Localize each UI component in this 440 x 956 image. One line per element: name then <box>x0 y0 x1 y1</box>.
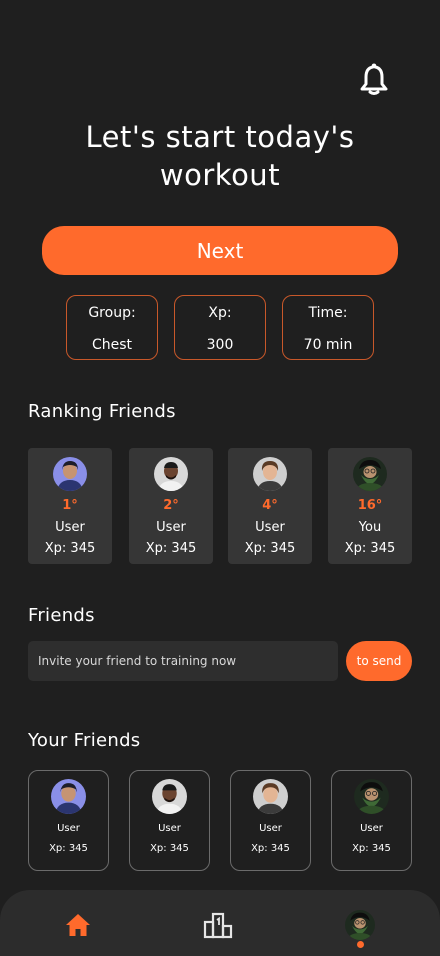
avatar <box>154 457 188 491</box>
ranking-position: 16° <box>357 498 383 513</box>
send-button[interactable]: to send <box>346 641 412 681</box>
friend-name: User <box>360 823 383 834</box>
ranking-name: User <box>156 520 186 535</box>
ranking-name: User <box>255 520 285 535</box>
avatar <box>253 779 288 814</box>
friend-card[interactable]: User Xp: 345 <box>28 770 109 871</box>
ranking-icon <box>203 912 233 939</box>
ranking-xp: Xp: 345 <box>145 541 197 556</box>
friend-xp: Xp: 345 <box>352 843 391 854</box>
avatar <box>51 779 86 814</box>
avatar <box>353 457 387 491</box>
ranking-card[interactable]: 1° User Xp: 345 <box>28 448 112 564</box>
ranking-position: 1° <box>62 498 78 513</box>
send-button-label: to send <box>356 654 402 668</box>
ranking-xp: Xp: 345 <box>44 541 96 556</box>
tab-profile[interactable] <box>343 908 377 942</box>
friend-name: User <box>158 823 181 834</box>
ranking-card[interactable]: 2° User Xp: 345 <box>129 448 213 564</box>
ranking-title: Ranking Friends <box>28 401 176 422</box>
page-title-text: Let's start today's workout <box>85 120 355 192</box>
next-button[interactable]: Next <box>42 226 398 275</box>
avatar <box>152 779 187 814</box>
tab-ranking[interactable] <box>201 908 235 942</box>
friend-xp: Xp: 345 <box>150 843 189 854</box>
stat-xp: Xp: 300 <box>174 295 266 360</box>
avatar <box>354 779 389 814</box>
avatar <box>253 457 287 491</box>
stat-time-value: 70 min <box>303 337 353 353</box>
your-friends-title: Your Friends <box>28 730 141 751</box>
ranking-name: User <box>55 520 85 535</box>
stat-group-label: Group: <box>88 305 136 321</box>
stat-group-value: Chest <box>91 337 133 353</box>
friend-card[interactable]: User Xp: 345 <box>230 770 311 871</box>
friend-card[interactable]: User Xp: 345 <box>331 770 412 871</box>
ranking-position: 4° <box>262 498 278 513</box>
invite-input[interactable] <box>28 641 338 681</box>
ranking-xp: Xp: 345 <box>244 541 296 556</box>
profile-avatar <box>345 910 375 940</box>
ranking-name: You <box>358 520 382 535</box>
stat-xp-label: Xp: <box>208 305 232 321</box>
next-button-label: Next <box>196 238 244 263</box>
stat-time-label: Time: <box>308 305 348 321</box>
friend-name: User <box>57 823 80 834</box>
friend-card[interactable]: User Xp: 345 <box>129 770 210 871</box>
tab-home[interactable] <box>61 908 95 942</box>
page-title: Let's start today's workout <box>0 118 440 194</box>
friends-title: Friends <box>28 605 95 626</box>
active-tab-indicator <box>357 941 364 948</box>
tab-bar <box>0 890 440 956</box>
stat-group: Group: Chest <box>66 295 158 360</box>
friend-xp: Xp: 345 <box>251 843 290 854</box>
bell-icon[interactable] <box>355 60 393 98</box>
ranking-xp: Xp: 345 <box>344 541 396 556</box>
friend-name: User <box>259 823 282 834</box>
ranking-card[interactable]: 4° User Xp: 345 <box>228 448 312 564</box>
stat-time: Time: 70 min <box>282 295 374 360</box>
avatar <box>53 457 87 491</box>
ranking-card[interactable]: 16° You Xp: 345 <box>328 448 412 564</box>
friend-xp: Xp: 345 <box>49 843 88 854</box>
ranking-position: 2° <box>163 498 179 513</box>
stat-xp-value: 300 <box>206 337 234 353</box>
home-icon <box>66 914 90 936</box>
